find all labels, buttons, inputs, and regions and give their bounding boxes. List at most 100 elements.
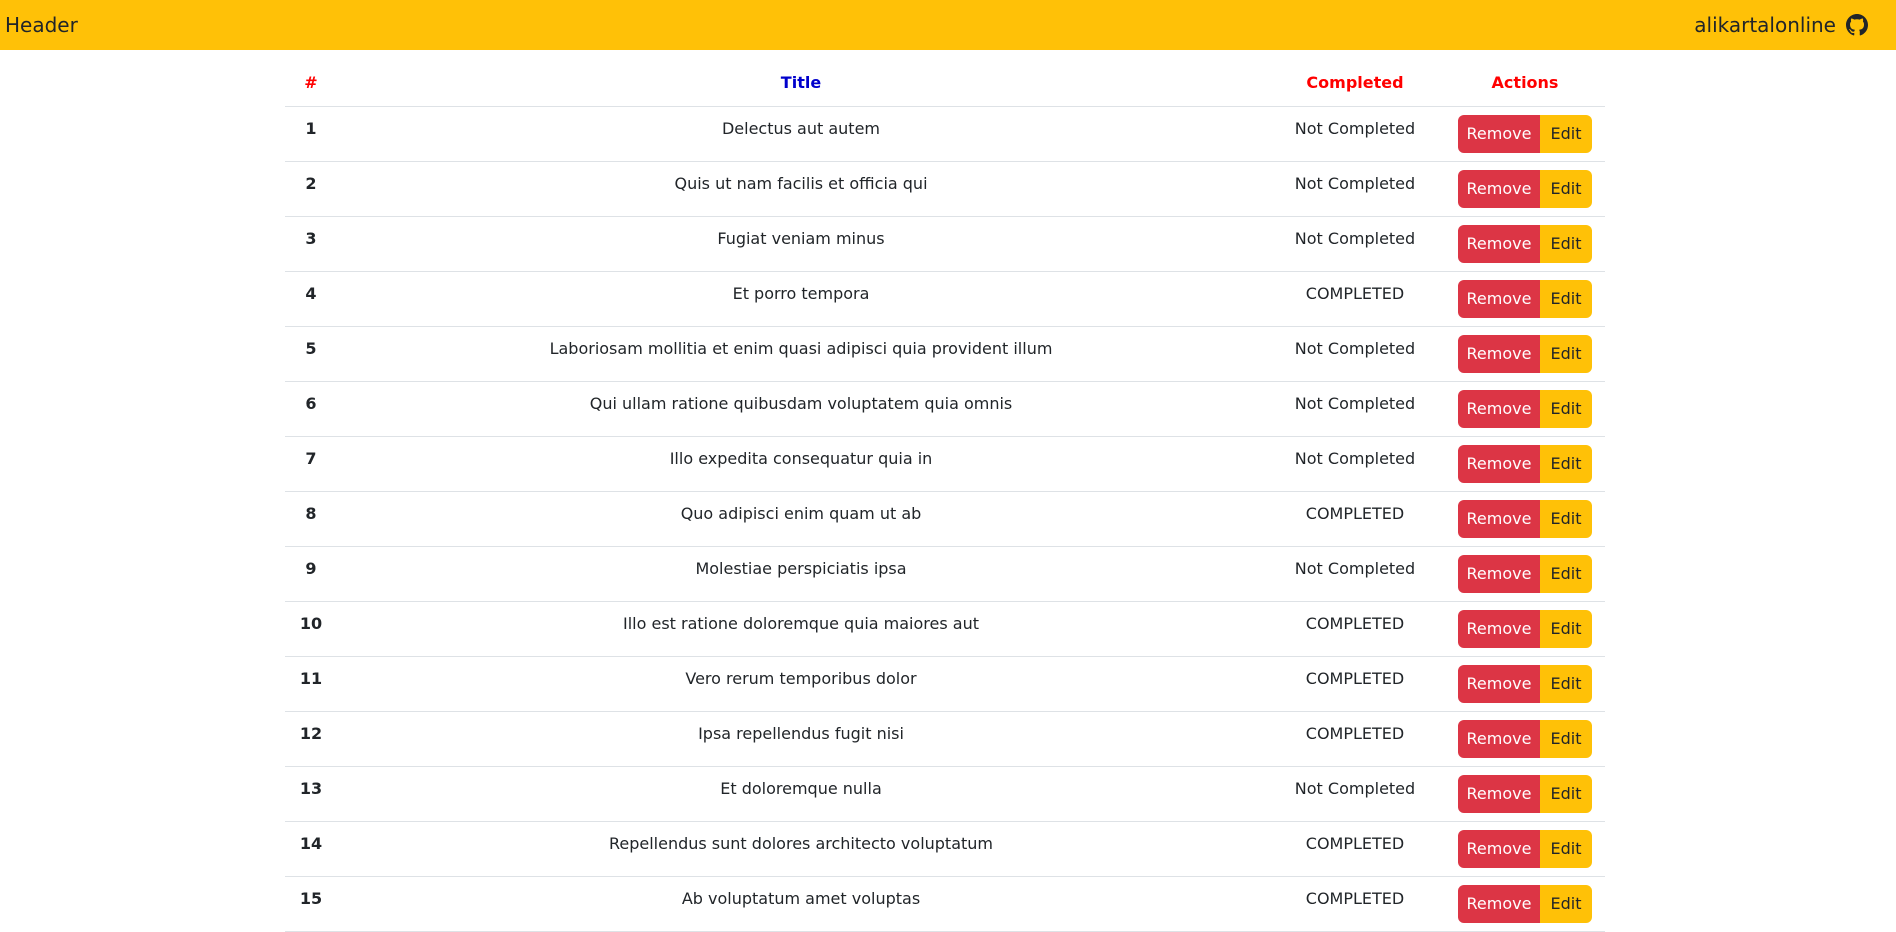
edit-button[interactable]: Edit — [1540, 499, 1592, 538]
action-button-group: Remove Edit — [1458, 884, 1592, 923]
table-row-15: 15 Ab voluptatum amet voluptas COMPLETED… — [285, 876, 1605, 932]
row-title: Illo expedita consequatur quia in — [337, 436, 1265, 492]
table-row-4: 4 Et porro tempora COMPLETED Remove Edit — [285, 271, 1605, 327]
edit-button[interactable]: Edit — [1540, 169, 1592, 208]
row-status: COMPLETED — [1265, 876, 1445, 932]
table-row-5: 5 Laboriosam mollitia et enim quasi adip… — [285, 326, 1605, 382]
table-row-9: 9 Molestiae perspiciatis ipsa Not Comple… — [285, 546, 1605, 602]
row-status: Not Completed — [1265, 326, 1445, 382]
table-row-12: 12 Ipsa repellendus fugit nisi COMPLETED… — [285, 711, 1605, 767]
row-number: 10 — [285, 601, 337, 657]
remove-button[interactable]: Remove — [1458, 774, 1540, 813]
edit-button[interactable]: Edit — [1540, 829, 1592, 868]
row-actions: Remove Edit — [1445, 711, 1605, 767]
row-actions: Remove Edit — [1445, 436, 1605, 492]
column-header-completed: Completed — [1265, 50, 1445, 107]
row-actions: Remove Edit — [1445, 601, 1605, 657]
edit-button[interactable]: Edit — [1540, 774, 1592, 813]
action-button-group: Remove Edit — [1458, 444, 1592, 483]
row-status: Not Completed — [1265, 546, 1445, 602]
remove-button[interactable]: Remove — [1458, 444, 1540, 483]
row-number: 9 — [285, 546, 337, 602]
row-title: Delectus aut autem — [337, 106, 1265, 162]
row-number: 11 — [285, 656, 337, 712]
row-actions: Remove Edit — [1445, 106, 1605, 162]
row-status: COMPLETED — [1265, 656, 1445, 712]
row-actions: Remove Edit — [1445, 821, 1605, 877]
username[interactable]: alikartalonline — [1694, 13, 1836, 37]
todo-table: # Title Completed Actions 1 Delectus aut… — [285, 50, 1605, 932]
todo-table-container: # Title Completed Actions 1 Delectus aut… — [285, 50, 1605, 932]
remove-button[interactable]: Remove — [1458, 719, 1540, 758]
row-actions: Remove Edit — [1445, 656, 1605, 712]
row-number: 15 — [285, 876, 337, 932]
edit-button[interactable]: Edit — [1540, 719, 1592, 758]
row-number: 7 — [285, 436, 337, 492]
remove-button[interactable]: Remove — [1458, 279, 1540, 318]
row-number: 6 — [285, 381, 337, 437]
remove-button[interactable]: Remove — [1458, 114, 1540, 153]
navbar-brand[interactable]: Header — [5, 13, 78, 37]
edit-button[interactable]: Edit — [1540, 444, 1592, 483]
row-status: COMPLETED — [1265, 601, 1445, 657]
row-actions: Remove Edit — [1445, 161, 1605, 217]
remove-button[interactable]: Remove — [1458, 169, 1540, 208]
edit-button[interactable]: Edit — [1540, 224, 1592, 263]
row-actions: Remove Edit — [1445, 326, 1605, 382]
row-actions: Remove Edit — [1445, 546, 1605, 602]
remove-button[interactable]: Remove — [1458, 829, 1540, 868]
edit-button[interactable]: Edit — [1540, 554, 1592, 593]
row-actions: Remove Edit — [1445, 381, 1605, 437]
remove-button[interactable]: Remove — [1458, 334, 1540, 373]
row-status: Not Completed — [1265, 381, 1445, 437]
edit-button[interactable]: Edit — [1540, 114, 1592, 153]
action-button-group: Remove Edit — [1458, 499, 1592, 538]
row-number: 8 — [285, 491, 337, 547]
action-button-group: Remove Edit — [1458, 334, 1592, 373]
edit-button[interactable]: Edit — [1540, 664, 1592, 703]
remove-button[interactable]: Remove — [1458, 664, 1540, 703]
table-row-1: 1 Delectus aut autem Not Completed Remov… — [285, 106, 1605, 162]
action-button-group: Remove Edit — [1458, 389, 1592, 428]
action-button-group: Remove Edit — [1458, 719, 1592, 758]
table-body: 1 Delectus aut autem Not Completed Remov… — [285, 106, 1605, 932]
edit-button[interactable]: Edit — [1540, 279, 1592, 318]
remove-button[interactable]: Remove — [1458, 499, 1540, 538]
row-title: Quo adipisci enim quam ut ab — [337, 491, 1265, 547]
remove-button[interactable]: Remove — [1458, 609, 1540, 648]
row-title: Vero rerum temporibus dolor — [337, 656, 1265, 712]
edit-button[interactable]: Edit — [1540, 609, 1592, 648]
row-status: COMPLETED — [1265, 271, 1445, 327]
row-title: Et porro tempora — [337, 271, 1265, 327]
row-title: Molestiae perspiciatis ipsa — [337, 546, 1265, 602]
action-button-group: Remove Edit — [1458, 554, 1592, 593]
action-button-group: Remove Edit — [1458, 774, 1592, 813]
row-actions: Remove Edit — [1445, 491, 1605, 547]
row-status: Not Completed — [1265, 106, 1445, 162]
row-actions: Remove Edit — [1445, 271, 1605, 327]
row-status: Not Completed — [1265, 766, 1445, 822]
remove-button[interactable]: Remove — [1458, 224, 1540, 263]
remove-button[interactable]: Remove — [1458, 884, 1540, 923]
edit-button[interactable]: Edit — [1540, 389, 1592, 428]
remove-button[interactable]: Remove — [1458, 389, 1540, 428]
table-row-2: 2 Quis ut nam facilis et officia qui Not… — [285, 161, 1605, 217]
action-button-group: Remove Edit — [1458, 224, 1592, 263]
edit-button[interactable]: Edit — [1540, 334, 1592, 373]
row-number: 14 — [285, 821, 337, 877]
row-status: COMPLETED — [1265, 821, 1445, 877]
github-icon[interactable] — [1846, 14, 1868, 36]
row-number: 1 — [285, 106, 337, 162]
row-title: Repellendus sunt dolores architecto volu… — [337, 821, 1265, 877]
table-header: # Title Completed Actions — [285, 50, 1605, 107]
row-actions: Remove Edit — [1445, 766, 1605, 822]
edit-button[interactable]: Edit — [1540, 884, 1592, 923]
action-button-group: Remove Edit — [1458, 169, 1592, 208]
remove-button[interactable]: Remove — [1458, 554, 1540, 593]
row-status: Not Completed — [1265, 161, 1445, 217]
row-number: 3 — [285, 216, 337, 272]
table-row-3: 3 Fugiat veniam minus Not Completed Remo… — [285, 216, 1605, 272]
row-title: Laboriosam mollitia et enim quasi adipis… — [337, 326, 1265, 382]
action-button-group: Remove Edit — [1458, 664, 1592, 703]
row-number: 2 — [285, 161, 337, 217]
